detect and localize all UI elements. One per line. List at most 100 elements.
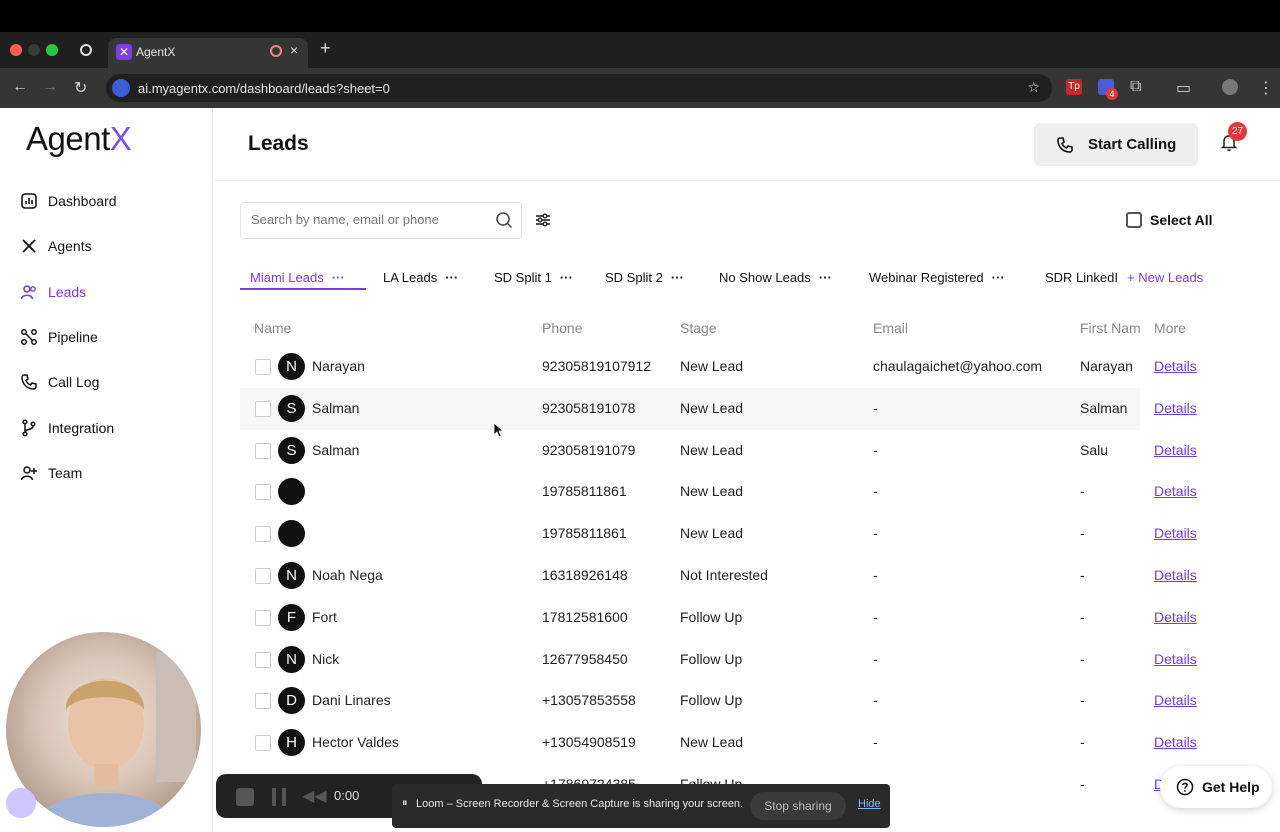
tab-miami-leads[interactable]: Miami Leads ···	[250, 270, 345, 285]
extension-tp-icon[interactable]: Tp	[1066, 79, 1082, 95]
lead-phone: 12677958450	[542, 650, 628, 667]
reload-icon[interactable]: ↻	[74, 78, 87, 98]
lead-name: Noah Nega	[312, 567, 383, 583]
forward-icon[interactable]: →	[42, 78, 58, 96]
details-link[interactable]: Details	[1154, 400, 1197, 416]
start-calling-label: Start Calling	[1088, 136, 1177, 153]
more-dots-icon[interactable]: ···	[671, 270, 684, 285]
row-checkbox[interactable]	[255, 651, 271, 668]
column-header-phone[interactable]: Phone	[542, 320, 582, 336]
get-help-label: Get Help	[1202, 779, 1260, 795]
extensions-puzzle-icon[interactable]: ⧉	[1130, 78, 1141, 96]
select-all-label: Select All	[1150, 212, 1213, 228]
details-link[interactable]: Details	[1154, 609, 1197, 625]
more-dots-icon[interactable]: ···	[560, 270, 573, 285]
new-tab-icon[interactable]: +	[320, 38, 331, 59]
details-link[interactable]: Details	[1154, 483, 1197, 499]
browser-tab[interactable]: ✕ AgentX ×	[108, 38, 308, 68]
search-box[interactable]	[240, 202, 522, 239]
leads-icon	[20, 283, 38, 301]
lead-first-name: -	[1080, 483, 1085, 500]
more-dots-icon[interactable]: ···	[819, 270, 832, 285]
get-help-button[interactable]: Get Help	[1160, 766, 1272, 808]
sidebar-item-leads[interactable]: Leads	[20, 280, 86, 304]
window-minimize-button[interactable]	[28, 44, 40, 56]
team-icon	[20, 464, 38, 482]
url-bar[interactable]: ai.myagentx.com/dashboard/leads?sheet=0 …	[106, 74, 1052, 102]
rewind-icon[interactable]: ◀◀	[302, 786, 327, 806]
select-all-toggle[interactable]: Select All	[1126, 212, 1213, 228]
new-leads-button[interactable]: + New Leads	[1127, 270, 1203, 285]
back-icon[interactable]: ←	[12, 78, 28, 96]
sidebar-item-pipeline[interactable]: Pipeline	[20, 325, 98, 349]
row-checkbox[interactable]	[255, 693, 271, 710]
tab-webinar-registered[interactable]: Webinar Registered ···	[869, 270, 1005, 285]
tab-la-leads[interactable]: LA Leads ···	[383, 270, 458, 285]
select-all-checkbox[interactable]	[1126, 212, 1142, 228]
details-link[interactable]: Details	[1154, 734, 1197, 750]
details-link[interactable]: Details	[1154, 651, 1197, 667]
window-zoom-button[interactable]	[46, 44, 58, 56]
sidebar-item-label: Dashboard	[48, 193, 117, 209]
row-checkbox[interactable]	[255, 359, 271, 375]
pause-icon[interactable]	[272, 788, 286, 806]
details-link[interactable]: Details	[1154, 358, 1197, 374]
stop-recording-icon[interactable]	[236, 788, 254, 806]
more-dots-icon[interactable]: ···	[445, 270, 458, 285]
site-info-icon[interactable]	[112, 79, 130, 97]
sidebar-item-call-log[interactable]: Call Log	[20, 370, 99, 394]
lead-name: Nick	[312, 650, 340, 667]
sidebar-item-label: Team	[48, 465, 83, 481]
sidebar-item-team[interactable]: Team	[20, 461, 82, 485]
column-header-stage[interactable]: Stage	[680, 320, 717, 336]
agentx-logo[interactable]: AgentX	[26, 120, 132, 158]
sidebar-item-agents[interactable]: Agents	[20, 234, 92, 258]
stop-sharing-button[interactable]: Stop sharing	[750, 792, 846, 820]
browser-menu-icon[interactable]: ⋮	[1258, 78, 1274, 98]
tab-sd-split-1[interactable]: SD Split 1 ···	[494, 270, 573, 285]
search-icon[interactable]	[495, 211, 513, 229]
page-title: Leads	[248, 132, 309, 155]
tab-search-icon[interactable]: ▭	[1176, 78, 1191, 98]
row-checkbox[interactable]	[255, 568, 271, 584]
column-header-first-name[interactable]: First Nam	[1080, 320, 1142, 336]
row-checkbox[interactable]	[255, 735, 271, 752]
bookmark-star-icon[interactable]: ☆	[1027, 79, 1040, 96]
row-checkbox[interactable]	[255, 609, 271, 626]
tab-sdr-linkedin[interactable]: SDR LinkedI	[1045, 270, 1118, 285]
lead-email: -	[873, 650, 878, 667]
hide-link[interactable]: Hide	[858, 798, 881, 810]
profile-avatar[interactable]	[1222, 79, 1238, 95]
filter-icon[interactable]	[534, 211, 552, 229]
details-link[interactable]: Details	[1154, 692, 1197, 708]
details-link[interactable]: Details	[1154, 567, 1197, 583]
sidebar-item-dashboard[interactable]: Dashboard	[20, 189, 117, 213]
lead-stage: New Lead	[680, 734, 744, 751]
lead-phone: +13057853558	[542, 692, 636, 709]
row-checkbox[interactable]	[255, 400, 271, 417]
lead-email: -	[873, 399, 878, 416]
more-dots-icon[interactable]: ···	[992, 270, 1005, 285]
details-link[interactable]: Details	[1154, 525, 1197, 541]
tab-sd-split-2[interactable]: SD Split 2 ···	[605, 270, 684, 285]
lead-phone: 17812581600	[542, 608, 628, 625]
column-header-name[interactable]: Name	[254, 320, 291, 336]
start-calling-button[interactable]: Start Calling	[1034, 123, 1198, 166]
row-checkbox[interactable]	[255, 526, 271, 543]
search-input[interactable]	[251, 212, 481, 227]
agents-icon	[20, 237, 38, 255]
lead-stage: New Lead	[680, 399, 744, 416]
row-checkbox[interactable]	[255, 442, 271, 459]
tab-no-show-leads[interactable]: No Show Leads ···	[719, 270, 832, 285]
tab-close-icon[interactable]: ×	[290, 42, 298, 58]
sidebar-item-integration[interactable]: Integration	[20, 416, 114, 440]
logo-accent: X	[109, 120, 132, 157]
details-link[interactable]: Details	[1154, 442, 1197, 458]
column-header-email[interactable]: Email	[873, 320, 908, 336]
window-close-button[interactable]	[10, 44, 22, 56]
mouse-cursor-icon	[493, 422, 505, 438]
url-text[interactable]: ai.myagentx.com/dashboard/leads?sheet=0	[138, 81, 390, 96]
row-checkbox[interactable]	[255, 484, 271, 501]
loom-logo-icon[interactable]	[6, 788, 36, 818]
more-dots-icon[interactable]: ···	[332, 270, 345, 285]
